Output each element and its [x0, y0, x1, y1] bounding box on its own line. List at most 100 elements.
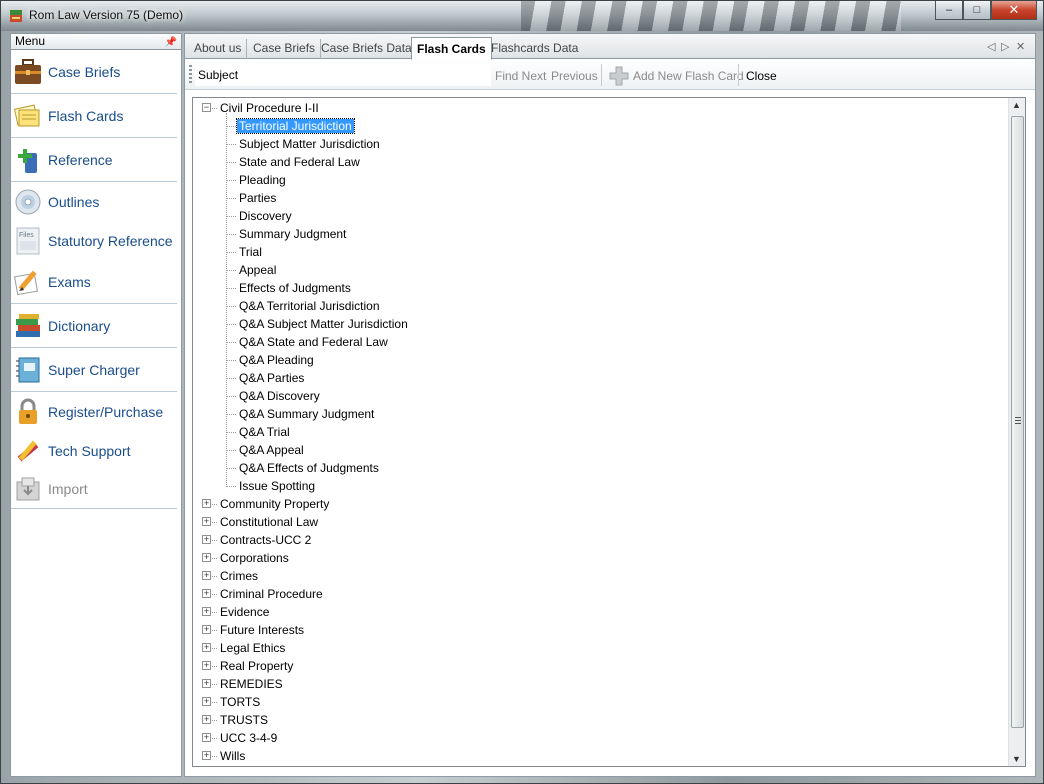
- tree-node-label: Constitutional Law: [220, 515, 319, 529]
- tree-node-item[interactable]: Q&A Discovery: [237, 387, 322, 405]
- sidebar-item-case-briefs[interactable]: Case Briefs: [11, 50, 177, 94]
- tab-about-us[interactable]: About us: [189, 39, 248, 59]
- tree-node-item[interactable]: Parties: [237, 189, 278, 207]
- app-icon[interactable]: [9, 9, 23, 23]
- pin-icon[interactable]: 📌: [165, 35, 177, 50]
- tree-node-category[interactable]: TORTS: [218, 693, 262, 711]
- tree-node-category[interactable]: Wills: [218, 747, 247, 765]
- tree-node-item[interactable]: State and Federal Law: [237, 153, 362, 171]
- tree-node-category[interactable]: Corporations: [218, 549, 291, 567]
- tree-node-item[interactable]: Subject Matter Jurisdiction: [237, 135, 382, 153]
- sidebar-item-outlines[interactable]: Outlines: [11, 182, 177, 221]
- tree-node-category[interactable]: Constitutional Law: [218, 513, 320, 531]
- expand-node-icon[interactable]: +: [202, 661, 211, 670]
- close-window-button[interactable]: ✕: [991, 1, 1037, 20]
- scroll-up-icon[interactable]: ▲: [1012, 100, 1021, 110]
- expand-node-icon[interactable]: +: [202, 589, 211, 598]
- tab-case-briefs[interactable]: Case Briefs: [248, 39, 322, 59]
- expand-node-icon[interactable]: +: [202, 643, 211, 652]
- toolbar-separator: [738, 64, 739, 86]
- collapse-node-icon[interactable]: −: [202, 103, 211, 112]
- tree-connector: [226, 414, 236, 415]
- tree-node-item[interactable]: Q&A Effects of Judgments: [237, 459, 381, 477]
- tree-node-category[interactable]: Future Interests: [218, 621, 306, 639]
- tree-node-item[interactable]: Appeal: [237, 261, 278, 279]
- toolbar-grip-icon[interactable]: [189, 65, 192, 85]
- tree-node-category[interactable]: REMEDIES: [218, 675, 285, 693]
- tree-node-item[interactable]: Q&A Pleading: [237, 351, 316, 369]
- tree-node-item[interactable]: Q&A Territorial Jurisdiction: [237, 297, 382, 315]
- expand-node-icon[interactable]: +: [202, 679, 211, 688]
- tab-case-briefs-data[interactable]: Case Briefs Data: [316, 39, 418, 59]
- sidebar-item-statutory-reference[interactable]: Files Statutory Reference: [11, 221, 177, 260]
- close-button[interactable]: Close: [746, 69, 777, 83]
- title-bar[interactable]: Rom Law Version 75 (Demo) – □ ✕: [1, 1, 1043, 31]
- flash-cards-icon: [13, 101, 43, 131]
- expand-node-icon[interactable]: +: [202, 733, 211, 742]
- sidebar-item-flash-cards[interactable]: Flash Cards: [11, 94, 177, 138]
- subject-tree[interactable]: ▲ ▼ − Civil Procedure I-II Territorial Jur…: [192, 97, 1026, 767]
- tree-node-category[interactable]: Community Property: [218, 495, 331, 513]
- tree-connector: [226, 378, 236, 379]
- tree-node-category[interactable]: Real Property: [218, 657, 295, 675]
- subject-search-input[interactable]: [195, 64, 491, 86]
- sidebar-item-register-purchase[interactable]: Register/Purchase: [11, 392, 177, 431]
- sidebar-item-label: Flash Cards: [48, 107, 124, 124]
- scroll-tabs-right-icon[interactable]: ▷: [1001, 40, 1009, 53]
- sidebar-item-reference[interactable]: Reference: [11, 138, 177, 182]
- tree-node-category[interactable]: Civil Procedure I-II: [218, 99, 321, 117]
- notebook-icon: [13, 355, 43, 385]
- sidebar-item-dictionary[interactable]: Dictionary: [11, 304, 177, 348]
- tree-node-item[interactable]: Q&A Appeal: [237, 441, 306, 459]
- expand-node-icon[interactable]: +: [202, 607, 211, 616]
- tree-node-item[interactable]: Q&A State and Federal Law: [237, 333, 390, 351]
- tree-node-item[interactable]: Discovery: [237, 207, 294, 225]
- sidebar-item-super-charger[interactable]: Super Charger: [11, 348, 177, 392]
- tree-node-category[interactable]: Crimes: [218, 567, 260, 585]
- tree-node-item[interactable]: Q&A Trial: [237, 423, 292, 441]
- vertical-scrollbar[interactable]: ▲ ▼: [1008, 98, 1025, 766]
- tree-connector: [226, 216, 236, 217]
- expand-node-icon[interactable]: +: [202, 697, 211, 706]
- tree-node-category[interactable]: TRUSTS: [218, 711, 270, 729]
- tree-node-label: Trial: [239, 245, 262, 259]
- close-tab-icon[interactable]: ✕: [1016, 40, 1025, 53]
- tree-node-item[interactable]: Summary Judgment: [237, 225, 348, 243]
- tree-node-item[interactable]: Q&A Subject Matter Jurisdiction: [237, 315, 410, 333]
- tab-flash-cards[interactable]: Flash Cards: [411, 37, 492, 60]
- tab-flashcards-data[interactable]: Flashcards Data: [486, 39, 583, 59]
- sidebar-item-exams[interactable]: Exams: [11, 260, 177, 304]
- add-new-flash-card-button[interactable]: Add New Flash Card: [633, 69, 744, 83]
- tree-node-category[interactable]: Criminal Procedure: [218, 585, 325, 603]
- expand-node-icon[interactable]: +: [202, 517, 211, 526]
- find-next-button[interactable]: Find Next: [495, 69, 546, 83]
- tree-node-item[interactable]: Trial: [237, 243, 264, 261]
- scrollbar-thumb[interactable]: [1011, 116, 1024, 728]
- expand-node-icon[interactable]: +: [202, 715, 211, 724]
- expand-node-icon[interactable]: +: [202, 571, 211, 580]
- expand-node-icon[interactable]: +: [202, 499, 211, 508]
- previous-button[interactable]: Previous: [551, 69, 598, 83]
- tree-node-item[interactable]: Q&A Parties: [237, 369, 306, 387]
- scroll-down-icon[interactable]: ▼: [1012, 754, 1021, 764]
- tree-node-category[interactable]: Evidence: [218, 603, 271, 621]
- tree-node-category[interactable]: UCC 3-4-9: [218, 729, 279, 747]
- add-icon[interactable]: [608, 65, 630, 87]
- sidebar-item-tech-support[interactable]: Tech Support: [11, 431, 177, 470]
- tree-node-item[interactable]: Issue Spotting: [237, 477, 317, 495]
- minimize-button[interactable]: –: [935, 1, 963, 20]
- tree-node-item[interactable]: Territorial Jurisdiction: [236, 117, 355, 135]
- tab-strip: About us Case Briefs Case Briefs Data Fl…: [185, 34, 1035, 60]
- tree-node-category[interactable]: Contracts-UCC 2: [218, 531, 313, 549]
- expand-node-icon[interactable]: +: [202, 751, 211, 760]
- tree-node-item[interactable]: Effects of Judgments: [237, 279, 353, 297]
- expand-node-icon[interactable]: +: [202, 535, 211, 544]
- expand-node-icon[interactable]: +: [202, 625, 211, 634]
- maximize-button[interactable]: □: [963, 1, 991, 20]
- expand-node-icon[interactable]: +: [202, 553, 211, 562]
- tree-node-item[interactable]: Q&A Summary Judgment: [237, 405, 376, 423]
- tree-node-category[interactable]: Legal Ethics: [218, 639, 287, 657]
- tree-node-item[interactable]: Pleading: [237, 171, 288, 189]
- scroll-tabs-left-icon[interactable]: ◁: [987, 40, 995, 53]
- sidebar-item-import[interactable]: Import: [11, 470, 177, 509]
